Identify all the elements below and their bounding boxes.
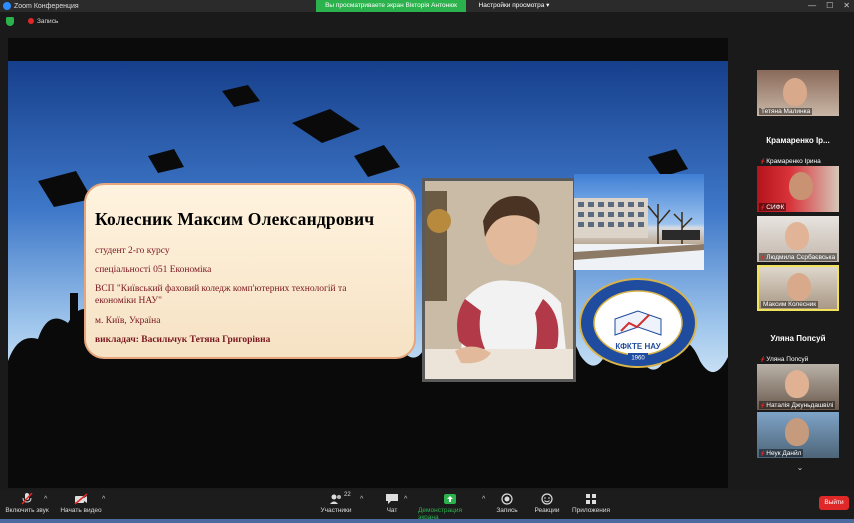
participants-count: 22 [344, 492, 351, 498]
student-info-card: Колесник Максим Олександрович студент 2-… [84, 183, 416, 359]
college-building-photo [574, 174, 704, 270]
participant-name: ᚋ СИФК [759, 203, 787, 211]
participant-tile[interactable]: Тетяна Малинка [757, 70, 839, 116]
window-controls: — ☐ ✕ [808, 1, 850, 10]
recording-dot-icon [28, 18, 34, 24]
participant-face [785, 370, 809, 398]
participant-name: ᚋ Крамаренко Ірина [761, 158, 821, 165]
participant-name: Тетяна Малинка [759, 108, 813, 115]
scroll-down-chevron-icon[interactable]: ⌄ [794, 463, 806, 472]
student-name: Колесник Максим Олександрович [95, 209, 375, 229]
view-options-label: Настройки просмотра [478, 2, 545, 9]
share-screen-icon [444, 494, 456, 504]
participant-name: Максим Колесник [761, 301, 819, 308]
mic-off-icon: ᚋ [761, 402, 765, 409]
os-taskbar [0, 519, 854, 523]
chat-caret-icon[interactable]: ^ [404, 496, 407, 503]
microphone-muted-icon [21, 493, 33, 505]
logo-text: КФКТЕ НАУ [615, 342, 661, 351]
camera-off-icon [74, 493, 88, 505]
recording-label: Запись [37, 17, 59, 25]
participant-face [783, 78, 807, 106]
presentation-slide: Колесник Максим Олександрович студент 2-… [8, 61, 728, 488]
participants-icon [330, 494, 341, 504]
participant-name: ᚋ Уляна Попсуй [761, 356, 809, 363]
apps-label: Приложения [571, 507, 611, 514]
mic-off-icon: ᚋ [761, 356, 765, 363]
participant-tile[interactable]: Уляна Попсуй ᚋ Уляна Попсуй [757, 318, 839, 364]
view-options-button[interactable]: Настройки просмотра ▾ [474, 0, 554, 12]
participants-gallery: Тетяна Малинка Крамаренко Ір... ᚋ Крамаре… [746, 60, 854, 492]
participant-face [785, 222, 809, 250]
record-icon [501, 493, 513, 505]
participant-name: ᚋ Людмила Сєрбаєвська [759, 253, 838, 261]
window-title: Zoom Конференция [14, 2, 79, 10]
shared-screen: Колесник Максим Олександрович студент 2-… [8, 38, 728, 488]
meeting-infobar: Запись [0, 13, 854, 29]
video-options-caret-icon[interactable]: ^ [102, 496, 105, 503]
start-video-label: Начать видео [60, 507, 102, 514]
participant-tile[interactable]: ᚋ Неук Данйл [757, 412, 839, 458]
participant-face [785, 418, 809, 446]
viewing-screen-banner: Вы просматриваете экран Вікторія Антонюк [316, 0, 466, 12]
chat-label: Чат [386, 507, 398, 514]
student-course: студент 2-го курсу [95, 246, 170, 256]
reactions-label: Реакции [534, 507, 560, 514]
end-meeting-button[interactable]: Выйти [819, 496, 849, 510]
audio-options-caret-icon[interactable]: ^ [44, 496, 47, 503]
participant-tile[interactable]: ᚋ СИФК [757, 166, 839, 212]
mic-off-icon: ᚋ [761, 158, 765, 165]
share-caret-icon[interactable]: ^ [482, 496, 485, 503]
minimize-icon[interactable]: — [808, 1, 816, 10]
student-specialty: спеціальності 051 Економіка [95, 265, 212, 275]
participant-center-name: Уляна Попсуй [770, 334, 826, 343]
reactions-icon [541, 493, 553, 505]
participants-caret-icon[interactable]: ^ [360, 496, 363, 503]
zoom-app-icon [3, 2, 11, 10]
college-name-line2: економіки НАУ" [95, 296, 162, 306]
chat-icon [386, 494, 398, 504]
record-label: Запись [496, 507, 518, 514]
participant-tile[interactable]: ᚋ Людмила Сєрбаєвська [757, 216, 839, 262]
college-logo: КФКТЕ НАУ 1960 [579, 278, 697, 368]
logo-year: 1960 [631, 356, 645, 362]
participant-face [789, 172, 813, 200]
participant-tile-active-speaker[interactable]: Максим Колесник [757, 265, 839, 311]
participants-label: Участники [320, 507, 352, 514]
shield-icon[interactable] [6, 16, 14, 26]
participant-tile[interactable]: ᚋ Наталія Джуньдашвілі [757, 364, 839, 410]
teacher-name: викладач: Васильчук Тетяна Григорівна [95, 335, 271, 345]
mic-off-icon: ᚋ [761, 450, 765, 457]
apps-icon [586, 494, 596, 504]
participant-face [787, 273, 811, 301]
college-name-line1: ВСП "Київський фаховий коледж комп'ютерн… [95, 284, 347, 294]
unmute-label: Включить звук [5, 507, 49, 514]
participant-tile[interactable]: Крамаренко Ір... ᚋ Крамаренко Ірина [757, 120, 839, 166]
participant-center-name: Крамаренко Ір... [766, 136, 830, 145]
student-photo [422, 178, 576, 382]
mic-off-icon: ᚋ [761, 204, 765, 211]
participant-name: ᚋ Неук Данйл [759, 449, 804, 457]
student-city: м. Київ, Україна [95, 316, 161, 326]
participant-name: ᚋ Наталія Джуньдашвілі [759, 401, 836, 409]
maximize-icon[interactable]: ☐ [826, 1, 833, 10]
mic-off-icon: ᚋ [761, 254, 765, 261]
close-icon[interactable]: ✕ [843, 1, 850, 10]
